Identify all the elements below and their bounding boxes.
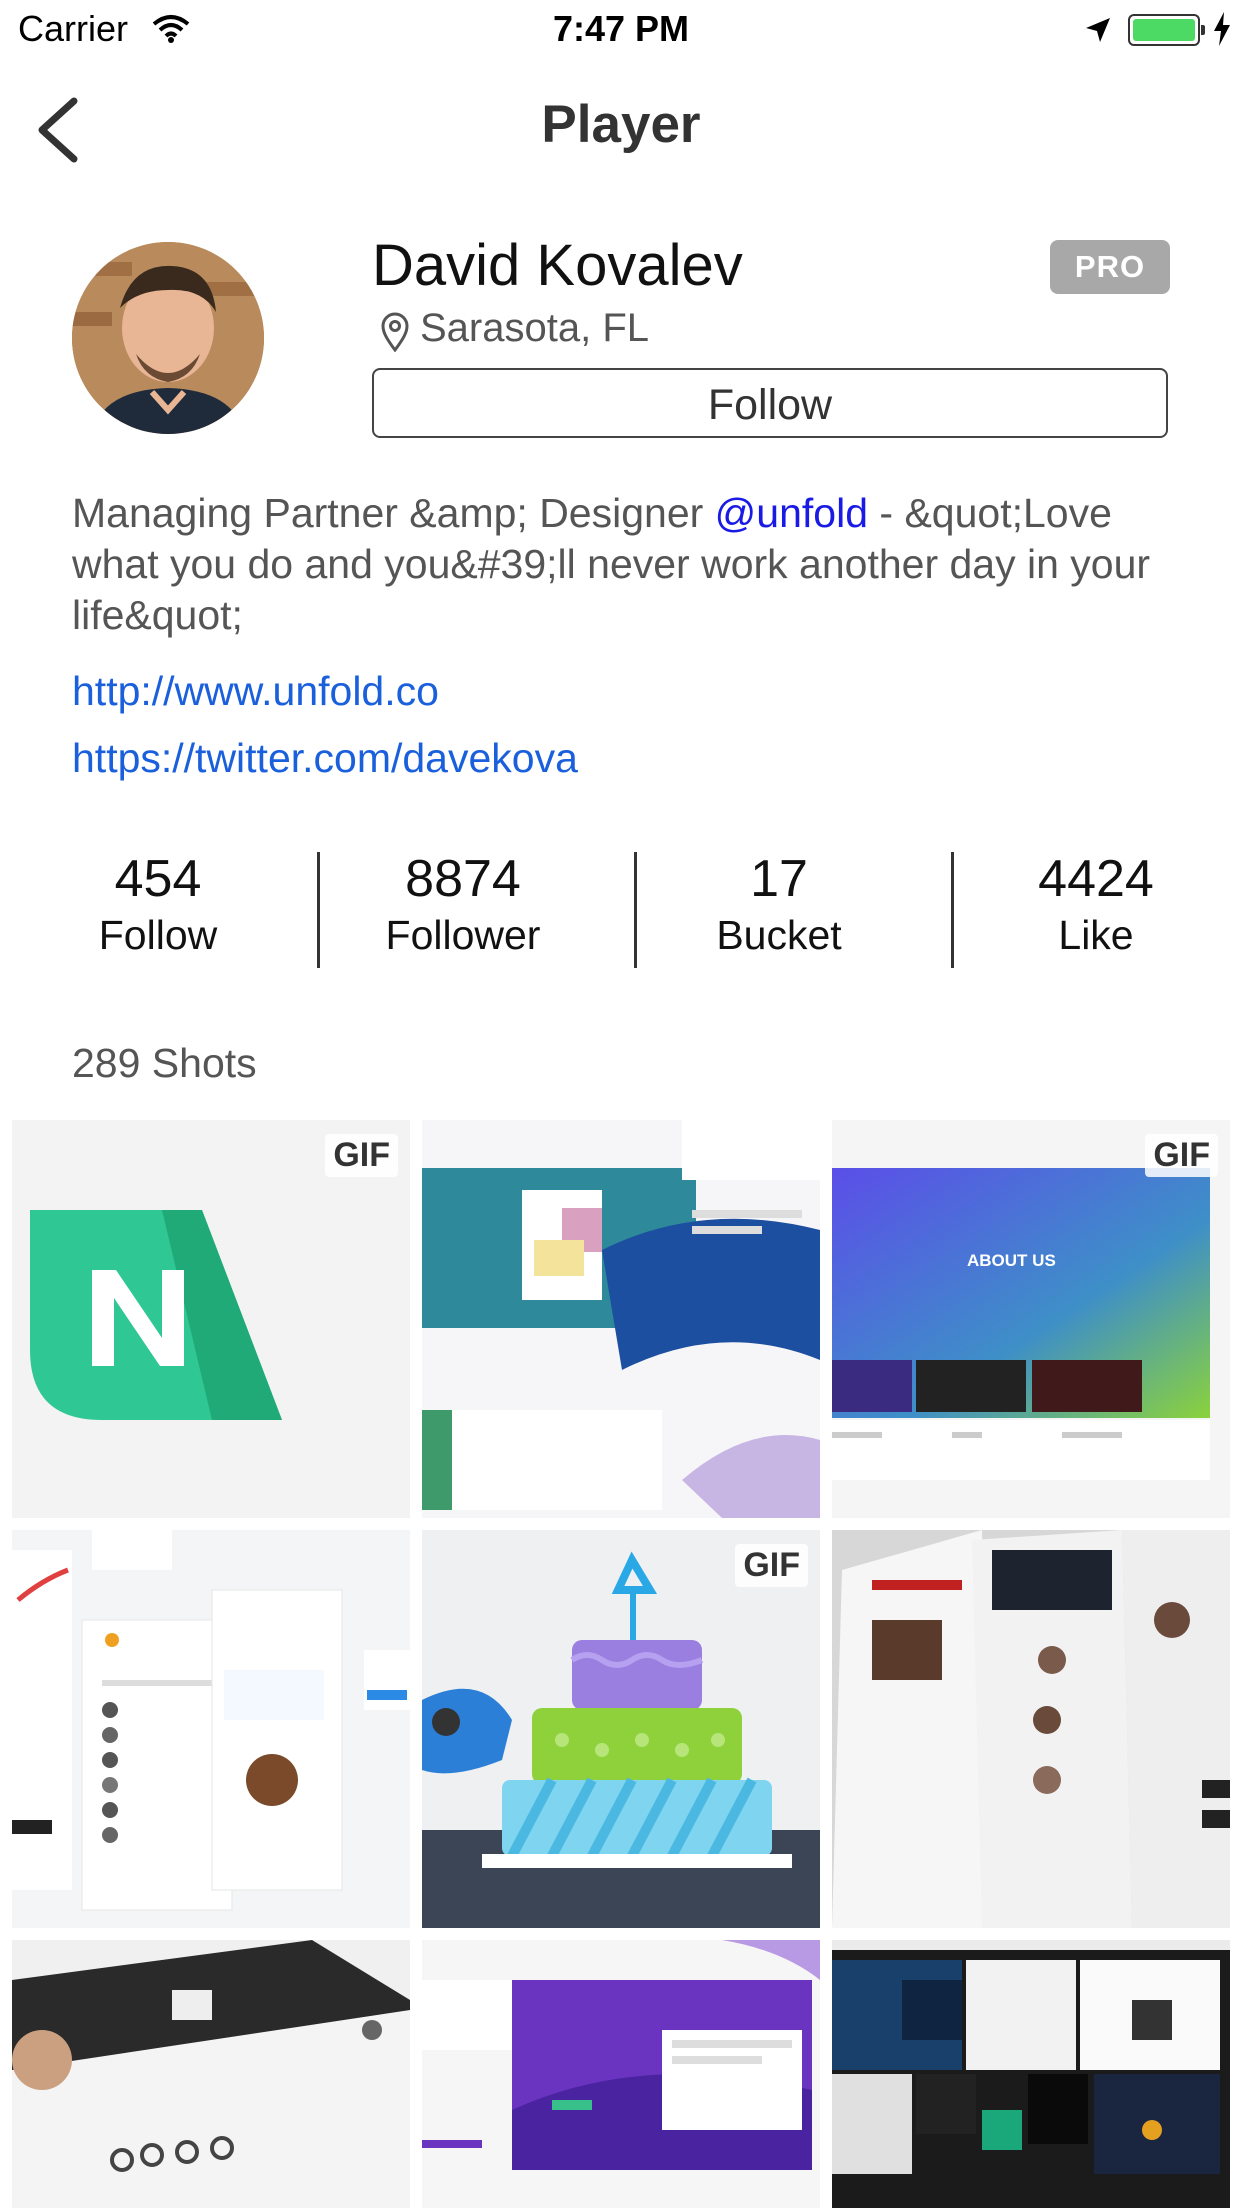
monitor-grid-artwork bbox=[832, 1940, 1230, 2208]
shot-tile-profile-app[interactable] bbox=[12, 1940, 410, 2208]
shot-tile-n-logo[interactable]: GIF bbox=[12, 1120, 410, 1518]
shot-tile-about-us[interactable]: ABOUT US GIF bbox=[832, 1120, 1230, 1518]
stat-follow[interactable]: 454 Follow bbox=[0, 848, 316, 960]
shot-tile-leaderboard[interactable] bbox=[832, 1530, 1230, 1928]
charging-bolt-icon bbox=[1214, 12, 1230, 46]
gif-badge: GIF bbox=[735, 1544, 808, 1587]
bio-mention-link[interactable]: @unfold bbox=[715, 490, 868, 536]
bio-text: Managing Partner &amp; Designer @unfold … bbox=[72, 488, 1172, 641]
shot-tile-top-users[interactable] bbox=[12, 1530, 410, 1928]
shots-count: 289 Shots bbox=[72, 1040, 257, 1086]
about-us-artwork: ABOUT US bbox=[832, 1168, 1210, 1480]
stat-label: Like bbox=[1058, 912, 1134, 958]
shot-tile-landing-page[interactable] bbox=[422, 1120, 820, 1518]
stat-bucket[interactable]: 17 Bucket bbox=[621, 848, 937, 960]
page-title: Player bbox=[541, 95, 701, 154]
writing-software-artwork bbox=[422, 1940, 820, 2208]
website-link[interactable]: http://www.unfold.co bbox=[72, 668, 439, 715]
shot-tile-monitor-grid[interactable] bbox=[832, 1940, 1230, 2208]
stat-follower[interactable]: 8874 Follower bbox=[305, 848, 621, 960]
location-pin-icon bbox=[381, 312, 409, 352]
location-text: Sarasota, FL bbox=[420, 306, 650, 350]
top-users-artwork bbox=[12, 1530, 410, 1911]
gif-badge: GIF bbox=[325, 1134, 398, 1177]
twitter-link[interactable]: https://twitter.com/davekova bbox=[72, 735, 578, 782]
birthday-cake-artwork bbox=[422, 1530, 820, 1928]
follow-button[interactable]: Follow bbox=[372, 368, 1168, 438]
stat-value: 454 bbox=[114, 850, 202, 908]
stat-label: Bucket bbox=[716, 912, 842, 958]
profile-app-artwork bbox=[12, 1940, 410, 2208]
battery-icon bbox=[1128, 14, 1205, 46]
landing-page-artwork bbox=[422, 1120, 820, 1518]
avatar bbox=[72, 242, 264, 434]
leaderboard-artwork bbox=[832, 1530, 1230, 1928]
stat-label: Follow bbox=[98, 912, 218, 958]
gif-badge: GIF bbox=[1145, 1134, 1218, 1177]
stat-label: Follower bbox=[385, 912, 541, 958]
about-us-heading: ABOUT US bbox=[967, 1251, 1056, 1270]
stat-value: 17 bbox=[750, 850, 808, 908]
location-arrow-icon bbox=[1086, 18, 1110, 42]
clock: 7:47 PM bbox=[552, 8, 690, 49]
player-name: David Kovalev bbox=[372, 233, 743, 298]
stat-like[interactable]: 4424 Like bbox=[938, 848, 1242, 960]
n-logo-artwork bbox=[30, 1210, 282, 1420]
shot-tile-writing-software[interactable] bbox=[422, 1940, 820, 2208]
shot-tile-birthday-cake[interactable]: GIF bbox=[422, 1530, 820, 1928]
stat-value: 4424 bbox=[1038, 850, 1154, 908]
stat-value: 8874 bbox=[405, 850, 521, 908]
bio-text-start: Managing Partner &amp; Designer bbox=[72, 490, 715, 536]
pro-badge: PRO bbox=[1050, 240, 1170, 294]
